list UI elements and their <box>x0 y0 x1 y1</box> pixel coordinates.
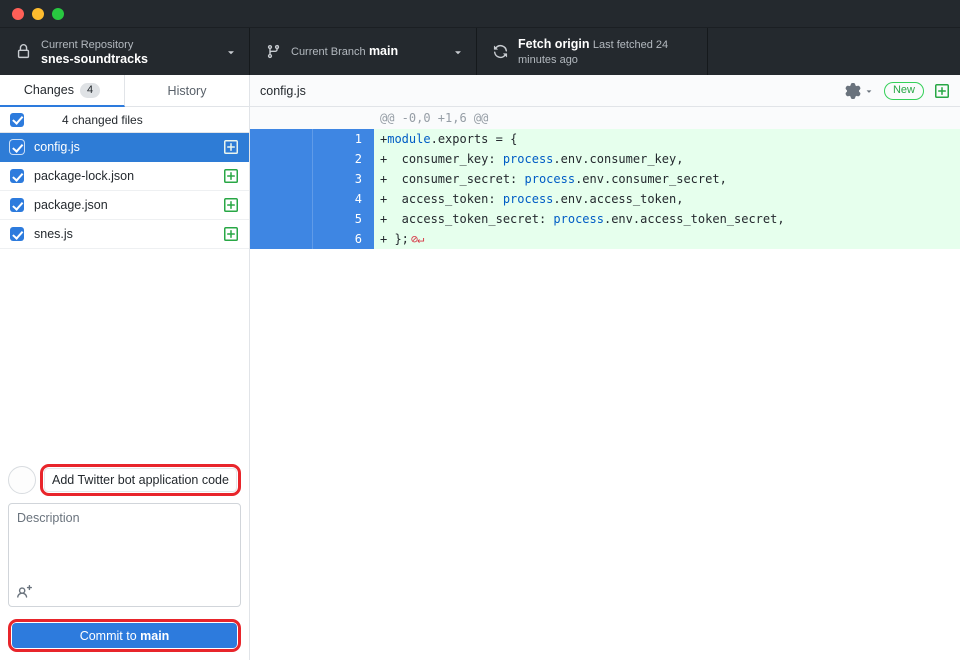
diff-gutter-old[interactable] <box>250 229 312 249</box>
added-file-icon <box>223 168 239 184</box>
file-include-checkbox[interactable] <box>10 227 24 241</box>
diff-gutter-line-number[interactable]: 6 <box>312 229 374 249</box>
diff-gutter-old[interactable] <box>250 169 312 189</box>
no-newline-icon: ⊘↵ <box>411 232 423 246</box>
changed-file-list: config.js package-lock.json package.json sn… <box>0 133 249 249</box>
diff-code-text: + access_token_secret: process.env.acces… <box>374 209 960 229</box>
diff-line-6[interactable]: 6+ };⊘↵ <box>250 229 960 249</box>
annotation-highlight-commit-button: Commit to main <box>8 619 241 652</box>
new-file-badge: New <box>884 82 924 100</box>
fetch-title: Fetch origin <box>518 37 590 51</box>
file-include-checkbox[interactable] <box>10 140 24 154</box>
hunk-gutter <box>250 107 374 129</box>
diff-line-3[interactable]: 3+ consumer_secret: process.env.consumer… <box>250 169 960 189</box>
toolbar: Current Repository snes-soundtracks Curr… <box>0 28 960 75</box>
file-name: package.json <box>34 198 213 212</box>
sidebar: Changes 4 History 4 changed files config… <box>0 75 250 660</box>
added-file-icon <box>934 83 950 99</box>
sync-icon <box>493 44 508 59</box>
added-file-icon <box>223 226 239 242</box>
lock-icon <box>16 44 31 59</box>
diff-line-4[interactable]: 4+ access_token: process.env.access_toke… <box>250 189 960 209</box>
chevron-down-icon <box>452 46 464 58</box>
tab-changes[interactable]: Changes 4 <box>0 75 125 107</box>
hunk-header-text: @@ -0,0 +1,6 @@ <box>374 107 488 129</box>
diff-gutter-old[interactable] <box>250 189 312 209</box>
diff-gutter-old[interactable] <box>250 209 312 229</box>
diff-gutter-old[interactable] <box>250 129 312 149</box>
commit-summary-input[interactable] <box>44 468 237 492</box>
file-name: package-lock.json <box>34 169 213 183</box>
select-all-row: 4 changed files <box>0 107 249 133</box>
hunk-header-row: @@ -0,0 +1,6 @@ <box>250 107 960 129</box>
branch-name: main <box>369 44 398 58</box>
minimize-window-button[interactable] <box>32 8 44 20</box>
file-row-package-lock.json[interactable]: package-lock.json <box>0 162 249 191</box>
app-window: Current Repository snes-soundtracks Curr… <box>0 0 960 660</box>
file-row-snes.js[interactable]: snes.js <box>0 220 249 249</box>
diff-code-text: +module.exports = { <box>374 129 960 149</box>
tab-history-label: History <box>168 84 207 98</box>
diff-gutter-line-number[interactable]: 3 <box>312 169 374 189</box>
diff-gutter-line-number[interactable]: 1 <box>312 129 374 149</box>
diff-gutter-old[interactable] <box>250 149 312 169</box>
added-file-icon <box>223 197 239 213</box>
description-placeholder: Description <box>17 511 80 525</box>
add-coauthor-icon[interactable] <box>17 585 32 600</box>
diff-view: @@ -0,0 +1,6 @@ 1+module.exports = {2+ c… <box>250 107 960 660</box>
titlebar <box>0 0 960 28</box>
diff-code-text: + consumer_key: process.env.consumer_key… <box>374 149 960 169</box>
close-window-button[interactable] <box>12 8 24 20</box>
diff-gutter-line-number[interactable]: 2 <box>312 149 374 169</box>
commit-description-field[interactable]: Description <box>8 503 241 607</box>
fetch-origin-button[interactable]: Fetch origin Last fetched 24 minutes ago <box>477 28 708 75</box>
diff-code-text: + access_token: process.env.access_token… <box>374 189 960 209</box>
annotation-highlight-summary <box>40 464 241 496</box>
file-row-config.js[interactable]: config.js <box>0 133 249 162</box>
file-include-checkbox[interactable] <box>10 169 24 183</box>
file-include-checkbox[interactable] <box>10 198 24 212</box>
diff-line-2[interactable]: 2+ consumer_key: process.env.consumer_ke… <box>250 149 960 169</box>
current-branch-dropdown[interactable]: Current Branch main <box>250 28 477 75</box>
chevron-down-icon <box>864 86 874 96</box>
git-branch-icon <box>266 44 281 59</box>
gear-icon <box>845 83 861 99</box>
changes-count-badge: 4 <box>80 83 100 98</box>
current-repository-dropdown[interactable]: Current Repository snes-soundtracks <box>0 28 250 75</box>
diff-gutter-line-number[interactable]: 5 <box>312 209 374 229</box>
tab-history[interactable]: History <box>125 75 249 107</box>
diff-code-text: + consumer_secret: process.env.consumer_… <box>374 169 960 189</box>
diff-file-name: config.js <box>260 84 845 98</box>
branch-label: Current Branch <box>291 46 366 58</box>
diff-code-text: + };⊘↵ <box>374 229 960 249</box>
diff-panel: config.js New @@ -0,0 +1,6 @@ <box>250 75 960 660</box>
select-all-checkbox[interactable] <box>10 113 24 127</box>
sidebar-spacer <box>0 249 249 458</box>
repository-name: snes-soundtracks <box>41 52 148 66</box>
commit-box: Description Commit to main <box>0 458 249 660</box>
repository-label: Current Repository <box>41 39 133 51</box>
diff-lines: 1+module.exports = {2+ consumer_key: pro… <box>250 129 960 249</box>
diff-file-header: config.js New <box>250 75 960 107</box>
diff-options-button[interactable] <box>845 83 874 99</box>
avatar <box>8 466 36 494</box>
chevron-down-icon <box>225 46 237 58</box>
diff-line-1[interactable]: 1+module.exports = { <box>250 129 960 149</box>
added-file-icon <box>223 139 239 155</box>
diff-line-5[interactable]: 5+ access_token_secret: process.env.acce… <box>250 209 960 229</box>
tab-changes-label: Changes <box>24 83 74 97</box>
commit-button[interactable]: Commit to main <box>12 623 237 648</box>
zoom-window-button[interactable] <box>52 8 64 20</box>
file-name: snes.js <box>34 227 213 241</box>
diff-gutter-line-number[interactable]: 4 <box>312 189 374 209</box>
changed-files-count: 4 changed files <box>62 113 143 127</box>
file-row-package.json[interactable]: package.json <box>0 191 249 220</box>
file-name: config.js <box>34 140 213 154</box>
sidebar-tabs: Changes 4 History <box>0 75 249 107</box>
